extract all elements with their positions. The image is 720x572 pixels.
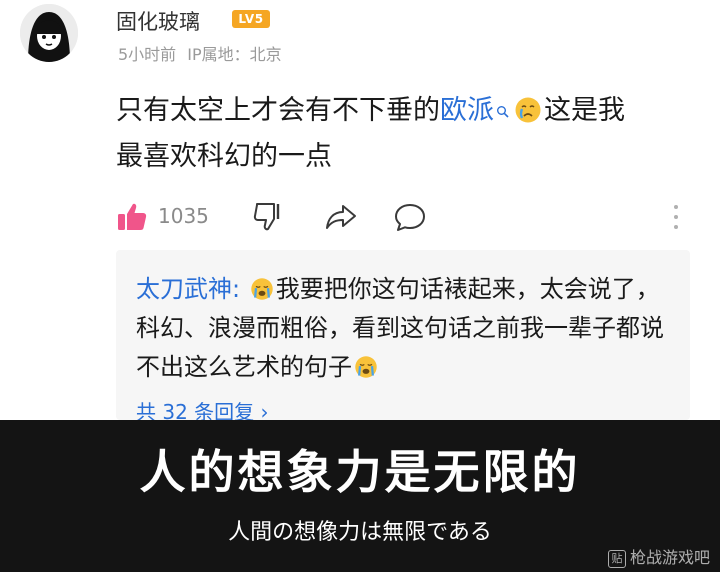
avatar-image: [20, 4, 78, 62]
ip-location: IP属地：北京: [187, 45, 282, 64]
username[interactable]: 固化玻璃: [116, 6, 200, 36]
reply-text: 太刀武神: 我要把你这句话裱起来，太会说了，科幻、浪漫而粗俗，看到这句话之前我一…: [136, 270, 676, 387]
more-vertical-icon[interactable]: [670, 202, 682, 232]
action-bar: 1035: [116, 198, 696, 238]
share-icon[interactable]: [324, 200, 358, 232]
reply-box[interactable]: 太刀武神: 我要把你这句话裱起来，太会说了，科幻、浪漫而粗俗，看到这句话之前我一…: [116, 250, 690, 424]
caption-band: 人的想象力是无限的 人間の想像力は無限である 贴枪战游戏吧: [0, 420, 720, 572]
comment-line2: 最喜欢科幻的一点: [116, 141, 332, 172]
comment-line1-before: 只有太空上才会有不下垂的: [116, 95, 440, 126]
watermark: 贴枪战游戏吧: [607, 544, 710, 568]
comment-text: 只有太空上才会有不下垂的欧派 这是我 最喜欢科幻的一点: [116, 88, 706, 180]
crying-emoji-icon: [355, 356, 377, 378]
reply-author[interactable]: 太刀武神:: [136, 275, 240, 303]
thumbs-up-icon[interactable]: [116, 201, 148, 233]
like-count: 1035: [158, 204, 209, 228]
caption-main: 人的想象力是无限的: [139, 445, 581, 499]
comment-line1-after: 这是我: [544, 95, 625, 126]
crying-emoji-icon: [251, 278, 273, 300]
level-badge: LV5: [232, 10, 270, 28]
post-time: 5小时前: [118, 45, 177, 64]
comment-keyword-link[interactable]: 欧派: [440, 95, 494, 126]
tieba-logo-icon: 贴: [607, 550, 626, 568]
comment-icon[interactable]: [393, 201, 427, 233]
crying-emoji-icon: [515, 97, 541, 123]
post-meta: 5小时前 IP属地：北京: [118, 41, 282, 65]
search-icon[interactable]: [496, 105, 510, 119]
caption-sub: 人間の想像力は無限である: [228, 520, 492, 545]
watermark-text: 枪战游戏吧: [629, 548, 710, 567]
avatar[interactable]: [20, 4, 78, 62]
thumbs-down-icon[interactable]: [252, 200, 284, 232]
